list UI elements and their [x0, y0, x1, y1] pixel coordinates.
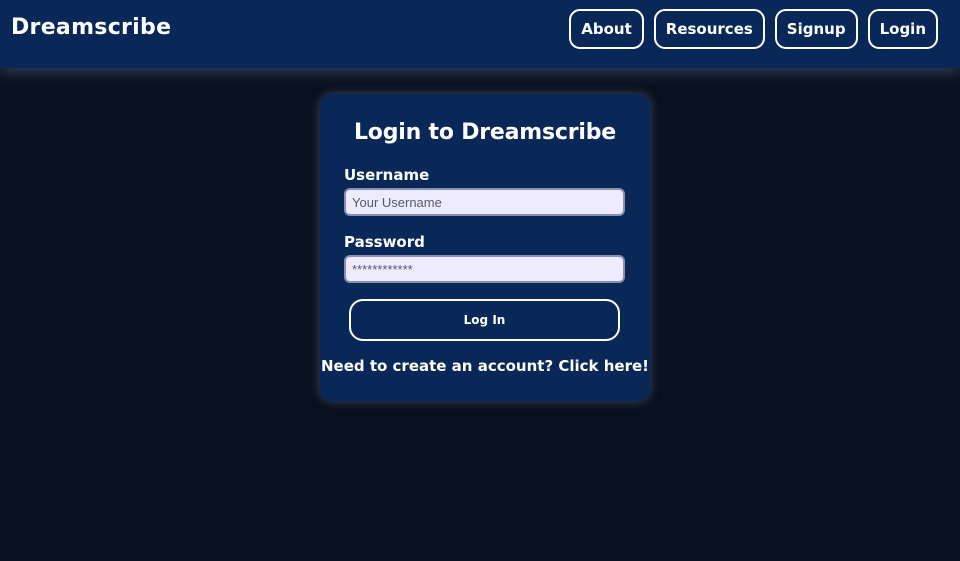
nav-about-button[interactable]: About	[569, 9, 644, 49]
nav-links: About Resources Signup Login	[569, 9, 938, 49]
nav-login-button[interactable]: Login	[867, 9, 938, 49]
password-input[interactable]	[344, 255, 625, 283]
log-in-button[interactable]: Log In	[349, 299, 620, 341]
username-input[interactable]	[344, 188, 625, 216]
top-navbar: Dreamscribe About Resources Signup Login	[0, 0, 960, 68]
password-label: Password	[344, 233, 425, 251]
login-card: Login to Dreamscribe Username Password L…	[320, 94, 650, 401]
username-label: Username	[344, 166, 430, 184]
create-account-link[interactable]: Need to create an account? Click here!	[320, 357, 650, 375]
login-title: Login to Dreamscribe	[353, 120, 617, 145]
brand-logo[interactable]: Dreamscribe	[11, 15, 171, 40]
nav-resources-button[interactable]: Resources	[653, 9, 765, 49]
nav-signup-button[interactable]: Signup	[774, 9, 858, 49]
